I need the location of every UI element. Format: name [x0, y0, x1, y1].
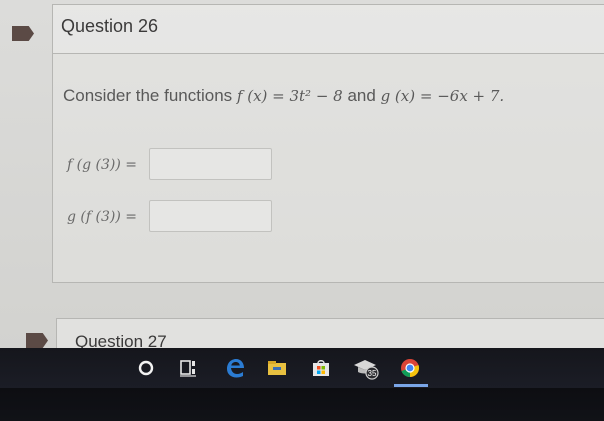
taskbar: 35 — [0, 348, 604, 388]
quiz-page: Question 26 Consider the functions f (x)… — [0, 0, 604, 360]
task-view-icon[interactable] — [176, 356, 200, 380]
answer-input-f-of-g[interactable] — [149, 148, 272, 180]
file-explorer-icon[interactable] — [265, 356, 289, 380]
monitor-bezel — [0, 388, 604, 421]
chrome-icon[interactable] — [398, 356, 422, 380]
cortana-circle-icon[interactable] — [134, 356, 158, 380]
question-title: Question 26 — [61, 16, 159, 36]
question-26-card: Question 26 Consider the functions f (x)… — [52, 4, 604, 283]
prompt-lead: Consider the functions — [63, 86, 233, 105]
question-prompt: Consider the functions f (x) = 3t² − 8 a… — [63, 86, 504, 106]
answer-label: g (f (3)) = — [67, 209, 137, 225]
answer-input-g-of-f[interactable] — [149, 200, 272, 232]
notification-badge: 35 — [368, 369, 377, 378]
question-26-header: Question 26 — [53, 5, 604, 54]
function-f-definition: f (x) = 3t² − 8 — [236, 87, 343, 105]
edge-browser-icon[interactable] — [223, 356, 247, 380]
function-g-definition: g (x) = −6x + 7. — [380, 87, 505, 105]
question-27-flag-icon[interactable] — [26, 333, 48, 348]
notification-app-icon[interactable]: 35 — [352, 356, 382, 380]
question-26-flag-icon[interactable] — [12, 26, 34, 41]
microsoft-store-icon[interactable] — [309, 356, 333, 380]
answer-label: f (g (3)) = — [67, 157, 137, 173]
chrome-running-indicator — [394, 384, 428, 387]
prompt-connector: and — [347, 86, 376, 105]
